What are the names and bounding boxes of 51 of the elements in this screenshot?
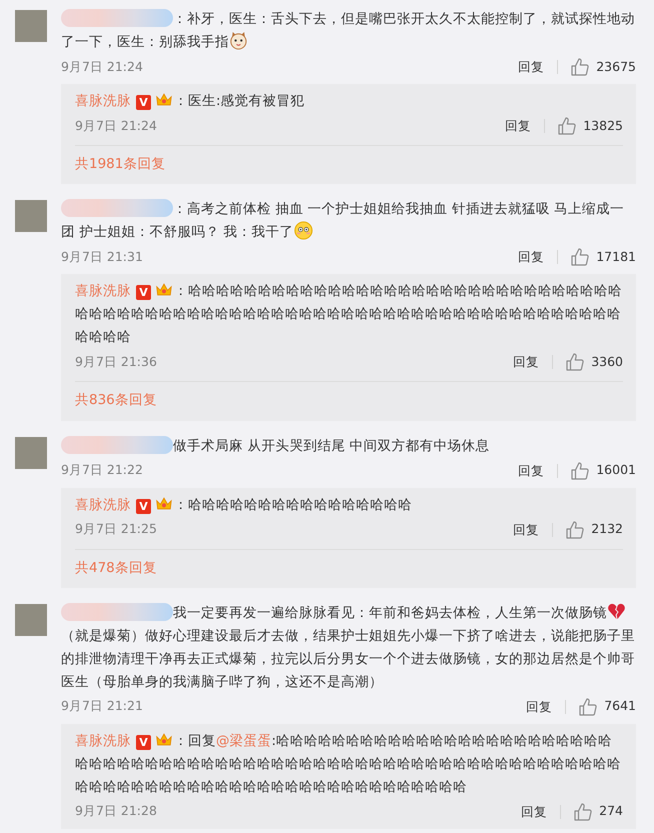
reply-link[interactable]: 回复	[526, 700, 566, 714]
reply-link[interactable]: 回复	[505, 119, 546, 133]
like-count: 2132	[591, 520, 623, 538]
reply-text: 喜脉洗脉 V ：回复@梁蛋蛋:哈哈哈哈哈哈哈哈哈哈哈哈哈哈哈哈哈哈哈哈哈哈哈哈哈哈哈哈哈哈哈哈哈哈哈哈哈哈哈哈哈哈哈哈哈哈哈哈哈哈哈哈哈哈哈哈哈哈哈哈哈哈哈哈哈哈哈哈哈哈哈哈哈哈哈哈哈哈哈哈哈哈哈哈哈哈哈哈哈哈哈	[75, 730, 622, 797]
timestamp: 9月7日 21:28	[75, 802, 157, 820]
reply-link[interactable]: 回复	[518, 60, 558, 74]
avatar-placeholder	[15, 10, 47, 42]
timestamp: 9月7日 21:24	[75, 116, 157, 135]
timestamp: 9月7日 21:21	[61, 697, 143, 716]
reply-link[interactable]: 回复	[518, 250, 558, 264]
like-count: 17181	[596, 248, 636, 266]
avatar-placeholder	[15, 200, 47, 232]
thumbs-up-icon	[557, 116, 578, 136]
timestamp: 9月7日 21:22	[61, 461, 143, 480]
reply-link[interactable]: 回复	[518, 464, 558, 478]
like-count: 3360	[591, 352, 623, 371]
avatar-placeholder	[15, 604, 47, 636]
verified-badge: V	[136, 285, 151, 300]
like-count: 7641	[604, 697, 636, 716]
verified-badge: V	[136, 498, 151, 514]
broken-heart-icon	[607, 602, 626, 621]
thumbs-up-icon	[573, 802, 594, 822]
timestamp: 9月7日 21:25	[75, 520, 157, 538]
cat-face-icon	[229, 31, 248, 50]
reply-text: 喜脉洗脉 V ：哈哈哈哈哈哈哈哈哈哈哈哈哈哈哈哈	[75, 494, 413, 516]
comment-text: 做手术局麻 从开头哭到结尾 中间双方都有中场休息	[61, 434, 636, 458]
like-count: 23675	[596, 58, 636, 76]
thumbs-up-icon	[570, 460, 590, 480]
comment-text: ：高考之前体检 抽血 一个护士姐姐给我抽血 针插进去就猛吸 马上缩成一团 护士姐姐：不舒服吗？ 我：我干了	[61, 198, 626, 242]
like-count: 274	[599, 802, 623, 820]
reply-text: 喜脉洗脉 V ：医生:感觉有被冒犯	[75, 90, 306, 112]
thumbs-up-icon	[578, 696, 598, 717]
thumbs-up-icon	[565, 352, 586, 372]
comment-text: 我一定要再发一遍给脉脉看见：年前和爸妈去体检，人生第一次做肠镜 （就是爆菊）做好心理建设最后才去做，结果护士姐姐先小爆一下挤了啥进去，说能把肠子里的排泄物清理干净再去正式爆菊，拉完以后分男女一个个进去做肠镜，女的那边居然是个帅哥医生（母胎单身的我满脑子哔了狗，这还不是高潮）	[61, 602, 636, 694]
thumbs-up-icon	[565, 520, 586, 540]
comment-text: ：补牙，医生：舌头下去，但是嘴巴张开太久不太能控制了，就试探性地动了一下，医生：别舔我手指	[61, 8, 636, 52]
reply-link[interactable]: 回复	[521, 804, 562, 819]
flushed-face-icon	[294, 221, 313, 240]
timestamp: 9月7日 21:24	[61, 58, 143, 76]
reply-text: 喜脉洗脉 V ：哈哈哈哈哈哈哈哈哈哈哈哈哈哈哈哈哈哈哈哈哈哈哈哈哈哈哈哈哈哈哈哈哈哈哈哈哈哈哈哈哈哈哈哈哈哈哈哈哈哈哈哈哈哈哈哈哈哈哈哈哈哈哈哈哈哈哈哈哈哈哈哈哈哈	[75, 280, 623, 348]
reply-link[interactable]: 回复	[513, 522, 554, 536]
avatar-placeholder	[15, 436, 47, 468]
timestamp: 9月7日 21:36	[75, 352, 157, 371]
like-count: 16001	[596, 461, 636, 480]
thumbs-up-icon	[570, 57, 590, 77]
like-count: 13825	[583, 116, 623, 135]
reply-link[interactable]: 回复	[513, 355, 554, 370]
verified-badge: V	[136, 95, 151, 110]
verified-badge: V	[136, 734, 151, 750]
timestamp: 9月7日 21:31	[61, 248, 143, 266]
thumbs-up-icon	[570, 247, 590, 268]
